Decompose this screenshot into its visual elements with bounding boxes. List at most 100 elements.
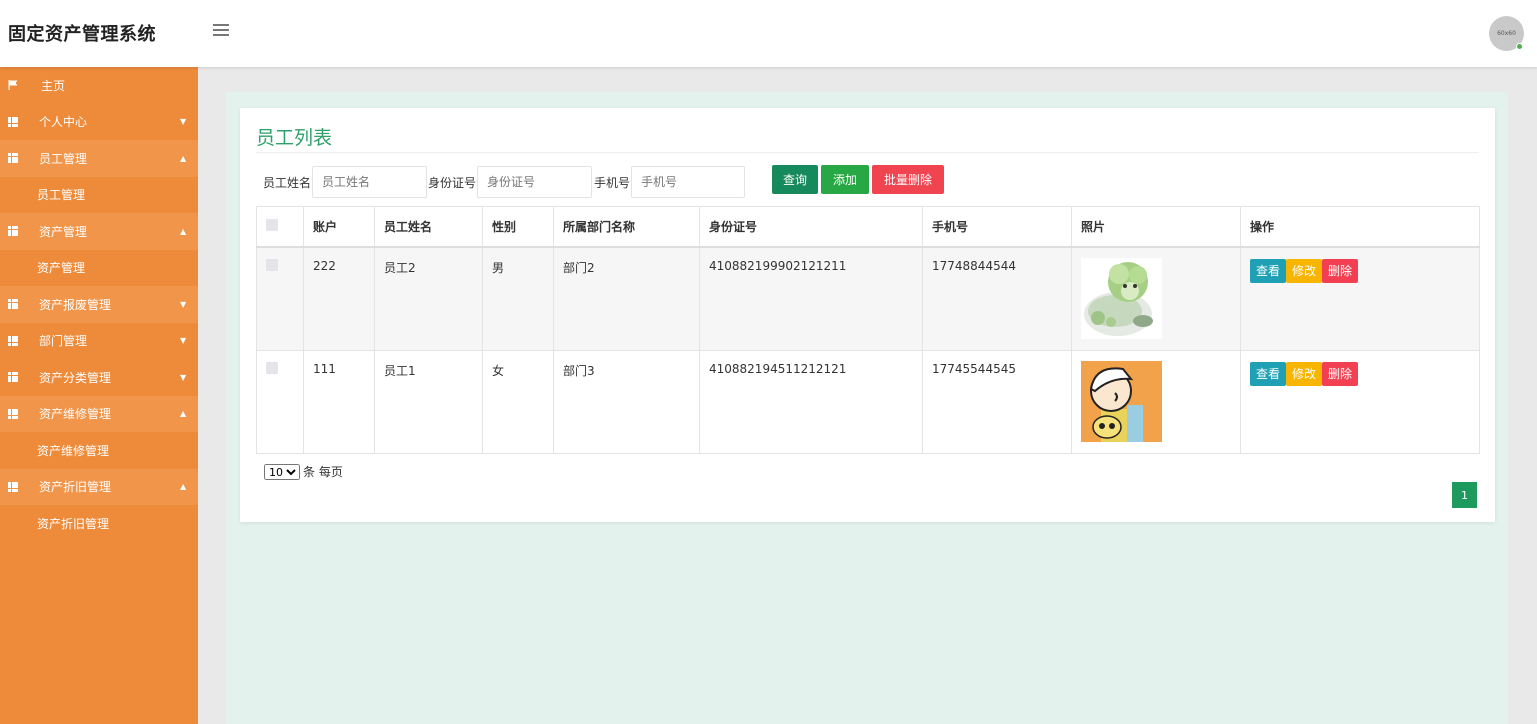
- delete-button[interactable]: 删除: [1322, 258, 1359, 283]
- sidebar-item-asset-category-mgmt[interactable]: 资产分类管理 ▼: [0, 359, 198, 396]
- column-header-gender: 性别: [482, 206, 554, 248]
- sidebar-item-label: 个人中心: [39, 115, 88, 130]
- menu-toggle-icon[interactable]: [213, 24, 229, 42]
- sidebar-item-label: 部门管理: [39, 334, 88, 349]
- sidebar-item-label: 资产分类管理: [39, 370, 112, 385]
- sidebar-item-label: 主页: [41, 78, 66, 93]
- column-header-account: 账户: [303, 206, 375, 248]
- column-header-actions: 操作: [1240, 206, 1480, 248]
- photo-cell: [1071, 349, 1241, 454]
- chevron-up-icon: ▲: [180, 226, 187, 236]
- edit-button[interactable]: 修改: [1286, 361, 1323, 386]
- page-size-select[interactable]: 10: [264, 463, 300, 480]
- chevron-down-icon: ▼: [180, 117, 187, 127]
- employee-name-label: 员工姓名: [263, 176, 312, 190]
- id-card-cell: 410882194511212121: [699, 349, 923, 454]
- actions-cell: 查看 修改 删除: [1240, 246, 1480, 351]
- column-header-name: 员工姓名: [374, 206, 483, 248]
- sidebar-item-asset-scrap-mgmt[interactable]: 资产报废管理 ▼: [0, 286, 198, 323]
- employee-photo: [1081, 257, 1162, 339]
- chevron-down-icon: ▼: [180, 336, 187, 346]
- top-header: 固定资产管理系统 60x60: [0, 0, 1537, 67]
- id-card-input[interactable]: [477, 166, 592, 198]
- sidebar-subitem-asset-depreciation-mgmt[interactable]: 资产折旧管理: [0, 505, 198, 542]
- sidebar-item-employee-mgmt[interactable]: 员工管理 ▲: [0, 140, 198, 177]
- chevron-up-icon: ▲: [180, 409, 187, 419]
- department-cell: 部门2: [553, 246, 700, 351]
- online-status-dot: [1516, 43, 1523, 50]
- account-cell: 222: [303, 246, 375, 351]
- grid-icon: [8, 335, 18, 346]
- id-card-label: 身份证号: [428, 176, 477, 190]
- column-header-photo: 照片: [1071, 206, 1241, 248]
- id-card-cell: 410882199902121211: [699, 246, 923, 351]
- select-all-checkbox[interactable]: [266, 218, 278, 231]
- view-button[interactable]: 查看: [1250, 361, 1287, 386]
- chevron-down-icon: ▼: [180, 299, 187, 309]
- phone-cell: 17748844544: [922, 246, 1072, 351]
- name-cell: 员工2: [374, 246, 483, 351]
- phone-cell: 17745544545: [922, 349, 1072, 454]
- row-checkbox[interactable]: [266, 258, 278, 271]
- department-cell: 部门3: [553, 349, 700, 454]
- phone-input[interactable]: [631, 166, 745, 198]
- divider: [256, 152, 1479, 153]
- batch-delete-button[interactable]: 批量删除: [872, 165, 944, 194]
- grid-icon: [8, 408, 18, 419]
- employee-name-input[interactable]: [312, 166, 427, 198]
- column-header-phone: 手机号: [922, 206, 1072, 248]
- grid-icon: [8, 116, 18, 127]
- view-button[interactable]: 查看: [1250, 258, 1287, 283]
- chevron-down-icon: ▼: [180, 372, 187, 382]
- sidebar-subitem-asset-repair-mgmt[interactable]: 资产维修管理: [0, 432, 198, 469]
- sidebar-item-department-mgmt[interactable]: 部门管理 ▼: [0, 323, 198, 360]
- name-cell: 员工1: [374, 349, 483, 454]
- row-checkbox[interactable]: [266, 361, 278, 374]
- grid-icon: [8, 226, 18, 237]
- add-button[interactable]: 添加: [821, 165, 869, 194]
- page-number-button[interactable]: 1: [1452, 482, 1477, 508]
- page-size-control: 10 条 每页: [264, 463, 343, 480]
- sidebar-item-label: 员工管理: [39, 151, 88, 166]
- query-button[interactable]: 查询: [772, 165, 818, 194]
- sidebar-item-asset-mgmt[interactable]: 资产管理 ▲: [0, 213, 198, 250]
- grid-icon: [8, 153, 18, 164]
- delete-button[interactable]: 删除: [1322, 361, 1359, 386]
- edit-button[interactable]: 修改: [1286, 258, 1323, 283]
- grid-icon: [8, 372, 18, 383]
- sidebar-item-asset-depreciation-mgmt[interactable]: 资产折旧管理 ▲: [0, 468, 198, 505]
- account-cell: 111: [303, 349, 375, 454]
- grid-icon: [8, 299, 18, 310]
- gender-cell: 女: [482, 349, 554, 454]
- actions-cell: 查看 修改 删除: [1240, 349, 1480, 454]
- sidebar-subitem-employee-mgmt[interactable]: 员工管理: [0, 177, 198, 214]
- app-title: 固定资产管理系统: [8, 24, 156, 45]
- column-header-id-card: 身份证号: [699, 206, 923, 248]
- sidebar-item-label: 资产管理: [39, 224, 88, 239]
- table-row: 111 员工1 女 部门3 410882194511212121 1774554…: [256, 349, 1480, 454]
- sidebar: 主页 个人中心 ▼ 员工管理 ▲ 员工管理 资产管理 ▲ 资产管理 资产报废管理…: [0, 67, 198, 724]
- row-select-cell: [256, 246, 304, 351]
- flag-icon: [8, 80, 18, 91]
- sidebar-item-personal-center[interactable]: 个人中心 ▼: [0, 104, 198, 141]
- column-header-department: 所属部门名称: [553, 206, 700, 248]
- chevron-up-icon: ▲: [180, 153, 187, 163]
- employee-list-card: 员工列表 员工姓名 身份证号 手机号 查询 添加 批量删除 账户 员工姓名 性别…: [240, 108, 1495, 522]
- photo-cell: [1071, 246, 1241, 351]
- gender-cell: 男: [482, 246, 554, 351]
- sidebar-item-asset-repair-mgmt[interactable]: 资产维修管理 ▲: [0, 395, 198, 432]
- employee-table: 账户 员工姓名 性别 所属部门名称 身份证号 手机号 照片 操作 222 员工2…: [256, 206, 1480, 454]
- chevron-up-icon: ▲: [180, 482, 187, 492]
- grid-icon: [8, 481, 18, 492]
- table-row: 222 员工2 男 部门2 410882199902121211 1774884…: [256, 246, 1480, 351]
- sidebar-item-home[interactable]: 主页: [0, 67, 198, 104]
- per-page-text: 条 每页: [303, 465, 343, 479]
- row-select-cell: [256, 349, 304, 454]
- table-header-row: 账户 员工姓名 性别 所属部门名称 身份证号 手机号 照片 操作: [256, 206, 1480, 248]
- page-title: 员工列表: [256, 127, 333, 149]
- sidebar-item-label: 资产维修管理: [39, 407, 112, 422]
- sidebar-item-label: 资产折旧管理: [39, 480, 112, 495]
- employee-photo: [1081, 360, 1162, 442]
- sidebar-subitem-asset-mgmt[interactable]: 资产管理: [0, 250, 198, 287]
- phone-label: 手机号: [594, 176, 631, 190]
